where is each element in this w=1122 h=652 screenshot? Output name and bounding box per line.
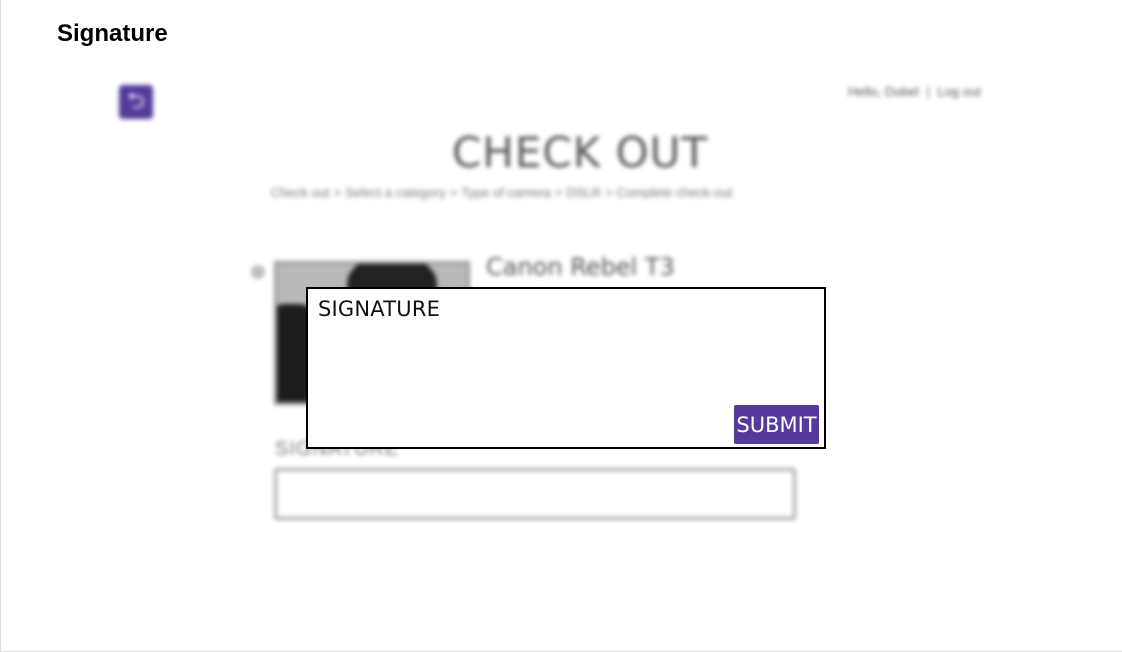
back-button[interactable]: ⮌ — [119, 85, 153, 119]
breadcrumb-item[interactable]: DSLR — [566, 185, 601, 200]
user-bar: Hello, Dubel | Log out — [848, 84, 985, 99]
user-bar-divider: | — [926, 84, 930, 99]
breadcrumb: Check out > Select a category > Type of came… — [271, 185, 733, 200]
breadcrumb-item[interactable]: Type of camera — [461, 185, 551, 200]
breadcrumb-item[interactable]: Check out — [271, 185, 330, 200]
greeting-text: Hello, Dubel — [848, 84, 919, 99]
logout-link[interactable]: Log out — [937, 84, 980, 99]
return-arrow-icon: ⮌ — [127, 89, 145, 114]
signature-canvas[interactable] — [316, 329, 816, 399]
signature-modal: SIGNATURE SUBMIT — [306, 287, 826, 449]
submit-button[interactable]: SUBMIT — [734, 405, 819, 444]
breadcrumb-item: Complete check-out — [616, 185, 733, 200]
product-name: Canon Rebel T3 — [486, 253, 675, 281]
product-radio[interactable] — [251, 265, 265, 279]
signature-field[interactable] — [274, 468, 796, 520]
breadcrumb-item[interactable]: Select a category — [345, 185, 445, 200]
page-title: CHECK OUT — [451, 128, 709, 177]
modal-title: SIGNATURE — [318, 297, 441, 321]
